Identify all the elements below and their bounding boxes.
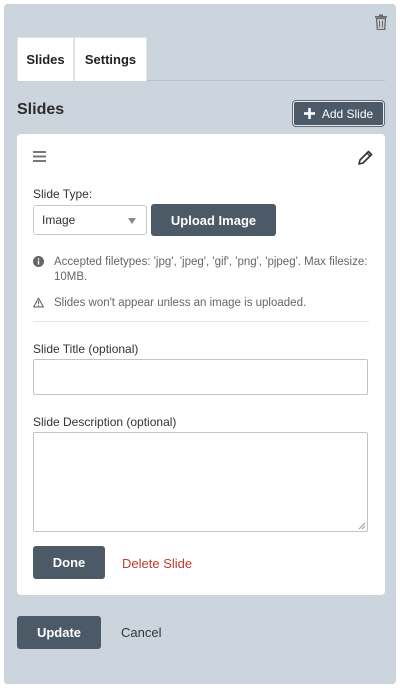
slide-title-label: Slide Title (optional) xyxy=(33,342,139,356)
slide-type-label: Slide Type: xyxy=(33,187,93,201)
done-button[interactable]: Done xyxy=(33,546,105,579)
tab-slides[interactable]: Slides xyxy=(17,37,74,81)
delete-slide-link[interactable]: Delete Slide xyxy=(122,556,192,571)
upload-image-button[interactable]: Upload Image xyxy=(151,204,276,236)
slide-type-select[interactable]: Image xyxy=(33,205,147,235)
chevron-down-icon xyxy=(128,218,136,224)
drag-handle-icon[interactable] xyxy=(33,151,46,162)
resize-handle-icon[interactable] xyxy=(358,522,366,530)
slide-title-input[interactable] xyxy=(33,359,368,395)
warning-icon xyxy=(33,297,44,308)
slide-card: Slide Type: Image Upload Image Accepted … xyxy=(17,134,385,595)
filetypes-note: Accepted filetypes: 'jpg', 'jpeg', 'gif'… xyxy=(33,255,373,285)
tab-bar: Slides Settings xyxy=(17,37,385,81)
warning-note: Slides won't appear unless an image is u… xyxy=(33,296,373,311)
filetypes-text: Accepted filetypes: 'jpg', 'jpeg', 'gif'… xyxy=(54,256,368,283)
slide-description-textarea[interactable] xyxy=(33,432,368,532)
plus-icon xyxy=(303,108,315,119)
warning-text: Slides won't appear unless an image is u… xyxy=(54,297,307,309)
info-icon xyxy=(33,256,44,267)
trash-icon[interactable] xyxy=(374,14,388,30)
update-button[interactable]: Update xyxy=(17,616,101,649)
divider xyxy=(33,321,369,322)
add-slide-label: Add Slide xyxy=(321,106,374,121)
cancel-link[interactable]: Cancel xyxy=(121,625,161,640)
pencil-icon[interactable] xyxy=(358,150,373,165)
slides-panel: Slides Settings Slides Add Slide Slide T… xyxy=(4,4,396,684)
slide-description-label: Slide Description (optional) xyxy=(33,415,177,429)
add-slide-button[interactable]: Add Slide xyxy=(293,101,384,126)
tab-settings[interactable]: Settings xyxy=(74,37,147,81)
slide-type-value: Image xyxy=(42,213,76,227)
slides-heading: Slides xyxy=(17,101,65,118)
